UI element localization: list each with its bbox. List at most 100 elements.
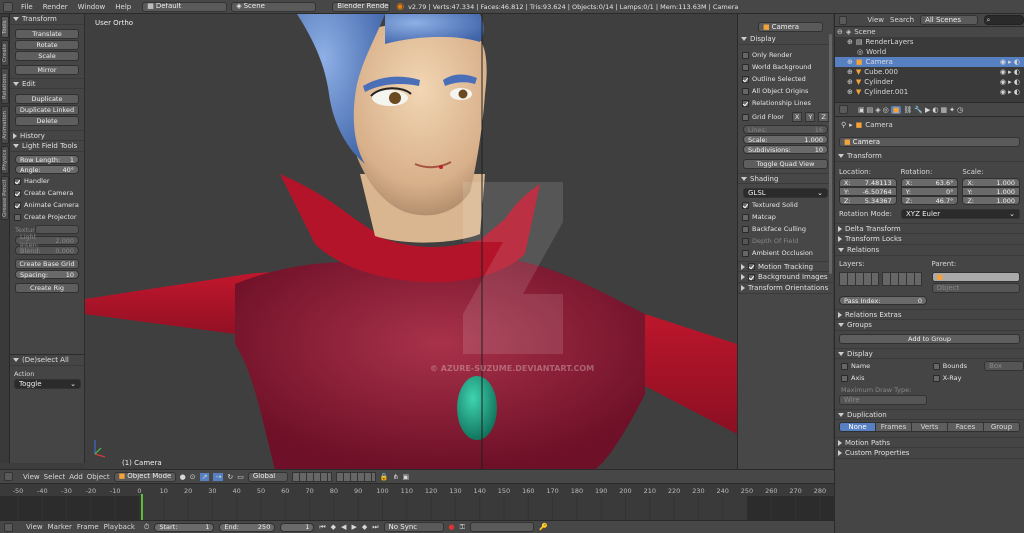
timeline-editor-icon[interactable] (4, 522, 13, 532)
render-preview-icon[interactable]: ▣ (402, 473, 409, 481)
show-bounds-checkbox[interactable]: Bounds Box (929, 361, 1024, 371)
screen-layout-selector[interactable]: ▦ Default (142, 1, 228, 12)
material-tab-icon[interactable]: ◐ (932, 106, 938, 114)
transform-panel-header[interactable]: Transform (835, 151, 1024, 162)
preview-range-icon[interactable]: ⏱ (144, 523, 149, 532)
checkbox-box[interactable] (742, 113, 749, 121)
keying-set-field[interactable] (469, 522, 534, 532)
scale-button[interactable]: Scale (15, 51, 79, 61)
marker-menu[interactable]: Marker (48, 523, 72, 531)
visibility-eye-icon[interactable]: ◉ ▸ ◐ (1000, 58, 1024, 66)
history-panel-header[interactable]: History (10, 130, 84, 141)
scene-selector[interactable]: ◈ Scene (231, 1, 317, 12)
textured-solid-checkbox[interactable]: Textured Solid (738, 200, 833, 210)
create-rig-button[interactable]: Create Rig (15, 283, 79, 293)
toggle-quad-view-button[interactable]: Toggle Quad View (743, 159, 828, 169)
menu-help[interactable]: Help (110, 3, 136, 11)
tab-create[interactable]: Create (1, 40, 9, 66)
background-images-panel-header[interactable]: Background Images (738, 272, 833, 283)
display-panel-header[interactable]: Display (835, 348, 1024, 359)
camera-object-field[interactable]: ■ Camera (758, 22, 823, 32)
checkbox-box[interactable] (748, 263, 755, 270)
create-camera-checkbox[interactable]: Create Camera (10, 188, 84, 198)
record-icon[interactable]: ● (449, 523, 455, 531)
shading-mode-dropdown[interactable]: GLSL ⌄ (743, 188, 828, 198)
menu-render[interactable]: Render (38, 3, 73, 11)
spacing-field[interactable]: Spacing: 10 (15, 270, 79, 279)
scale-manipulator-icon[interactable]: ▭ (237, 473, 244, 481)
playback-menu[interactable]: Playback (104, 523, 135, 531)
viewport-shading-icon[interactable]: ● (180, 473, 186, 481)
visibility-eye-icon[interactable]: ◉ ▸ ◐ (1000, 78, 1024, 86)
visibility-eye-icon[interactable]: ◉ ▸ ◐ (1000, 68, 1024, 76)
checkbox-box[interactable] (748, 273, 755, 281)
checkbox-box[interactable] (742, 75, 749, 83)
particles-tab-icon[interactable]: ✦ (949, 106, 955, 114)
layer-buttons-2[interactable] (335, 471, 376, 482)
relations-panel-header[interactable]: Relations (835, 245, 1024, 256)
display-mode-dropdown[interactable]: All Scenes (920, 15, 978, 25)
checkbox-box[interactable] (742, 249, 749, 257)
jump-start-icon[interactable]: ⏮ (319, 523, 325, 532)
world-tab-icon[interactable]: ◎ (883, 106, 889, 114)
rotate-button[interactable]: Rotate (15, 40, 79, 50)
next-keyframe-icon[interactable]: ◆ (362, 523, 367, 531)
show-xray-checkbox[interactable]: X-Ray (929, 373, 1024, 383)
3d-view-editor-icon[interactable] (4, 472, 13, 481)
keying-set-icon[interactable]: ⚿ (460, 523, 465, 532)
motion-tracking-panel-header[interactable]: Motion Tracking (738, 261, 833, 272)
checkbox-box[interactable] (742, 51, 749, 59)
grid-floor-checkbox[interactable]: Grid Floor X Y Z (738, 112, 833, 122)
render-layers-tab-icon[interactable]: ▤ (867, 106, 874, 114)
scale-y-field[interactable]: Y: 1.000 (962, 187, 1021, 196)
end-frame-field[interactable]: End: 250 (219, 522, 276, 532)
action-dropdown[interactable]: Toggle ⌄ (14, 379, 81, 389)
duplication-panel-header[interactable]: Duplication (835, 409, 1024, 420)
checkbox-box[interactable] (932, 374, 940, 382)
rotation-x-field[interactable]: X: 63.6° (900, 178, 959, 187)
select-menu[interactable]: Select (44, 473, 66, 481)
layer-buttons-grid[interactable] (839, 272, 928, 286)
snap-icon[interactable]: ⋔ (393, 473, 399, 481)
axis-toggle-z[interactable]: Z (818, 112, 829, 122)
duplicate-linked-button[interactable]: Duplicate Linked (15, 105, 79, 115)
expand-icon[interactable]: ⊕ (847, 68, 853, 76)
all-object-origins-checkbox[interactable]: All Object Origins (738, 86, 833, 96)
menu-window[interactable]: Window (73, 3, 111, 11)
tab-tools[interactable]: Tools (1, 16, 9, 38)
display-panel-header[interactable]: Display (738, 34, 833, 45)
outliner-item-scene[interactable]: ⊖ ◈ Scene (835, 27, 1024, 37)
add-to-group-button[interactable]: Add to Group (839, 334, 1020, 344)
rotate-manipulator-icon[interactable]: ↻ (227, 473, 233, 481)
menu-file[interactable]: File (16, 3, 38, 11)
object-name-field[interactable]: ■ Camera (839, 137, 1020, 147)
create-projector-checkbox[interactable]: Create Projector (10, 212, 84, 222)
add-menu[interactable]: Add (69, 473, 83, 481)
delta-transform-panel-header[interactable]: Delta Transform (835, 223, 1024, 234)
play-icon[interactable]: ▶ (351, 523, 356, 531)
tab-relations[interactable]: Relations (1, 68, 9, 104)
checkbox-box[interactable] (841, 362, 848, 370)
ambient-occlusion-checkbox[interactable]: Ambient Occlusion (738, 248, 833, 258)
grid-subdivisions-field[interactable]: Subdivisions: 10 (743, 145, 828, 154)
outliner-item-cylinder[interactable]: ⊕ ▼ Cylinder ◉ ▸ ◐ (835, 77, 1024, 87)
prev-keyframe-icon[interactable]: ◆ (331, 523, 336, 531)
grid-lines-field[interactable]: Lines: 16 (743, 125, 828, 134)
collapse-icon[interactable]: ⊖ (837, 28, 843, 36)
view-menu[interactable]: View (23, 473, 40, 481)
outline-selected-checkbox[interactable]: Outline Selected (738, 74, 833, 84)
location-y-field[interactable]: Y: -6.50764 (839, 187, 897, 196)
insert-keyframe-icon[interactable]: 🔑 (539, 523, 548, 531)
outliner-editor-icon[interactable] (839, 15, 848, 25)
pin-icon[interactable]: ⚲ (841, 121, 846, 129)
physics-tab-icon[interactable]: ◷ (957, 106, 963, 114)
expand-icon[interactable]: ⊕ (847, 58, 853, 66)
play-reverse-icon[interactable]: ◀ (341, 523, 346, 531)
mirror-button[interactable]: Mirror (15, 65, 79, 75)
outliner-item-camera[interactable]: ⊕ ■ Camera ◉ ▸ ◐ (835, 57, 1024, 67)
matcap-checkbox[interactable]: Matcap (738, 212, 833, 222)
checkbox-box[interactable] (932, 362, 940, 370)
handler-checkbox[interactable]: Handler (10, 176, 84, 186)
create-base-grid-button[interactable]: Create Base Grid (15, 259, 79, 269)
checkbox-box[interactable] (14, 201, 21, 209)
